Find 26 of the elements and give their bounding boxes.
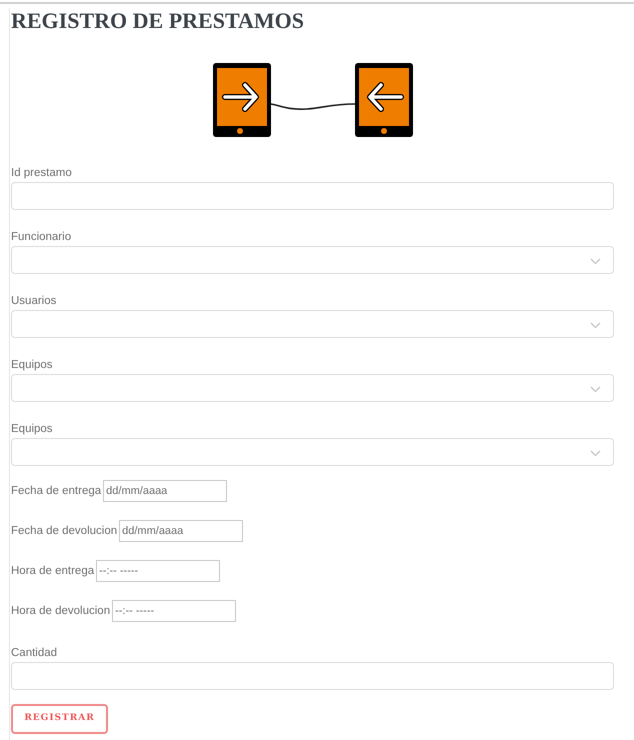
chevron-down-icon: [590, 450, 601, 457]
select-field[interactable]: [11, 246, 614, 274]
field-label: Usuarios: [11, 294, 56, 308]
select-field[interactable]: [11, 310, 614, 338]
field-label: Fecha de devolucion: [11, 524, 118, 538]
input-field[interactable]: dd/mm/aaaa: [103, 480, 228, 502]
input-field[interactable]: [11, 662, 614, 690]
input-field[interactable]: --:-- -----: [96, 560, 220, 582]
field-label: Cantidad: [11, 646, 58, 660]
field-label: Equipos: [11, 422, 53, 436]
chevron-down-icon: [590, 386, 601, 393]
field-label: Hora de entrega: [11, 564, 94, 578]
page-title: REGISTRO DE PRESTAMOS: [11, 8, 304, 34]
chevron-down-icon: [590, 258, 601, 265]
input-field[interactable]: --:-- -----: [112, 600, 236, 622]
field-label: Hora de devolucion: [11, 604, 110, 618]
select-field[interactable]: [11, 374, 614, 402]
register-button[interactable]: REGISTRAR: [11, 704, 108, 734]
chevron-down-icon: [590, 322, 601, 329]
field-label: Equipos: [11, 358, 53, 372]
field-label: Funcionario: [11, 230, 72, 244]
input-field[interactable]: [11, 182, 614, 210]
select-field[interactable]: [11, 438, 614, 466]
field-label: Fecha de entrega: [11, 484, 102, 498]
field-label: Id prestamo: [11, 166, 72, 180]
input-field[interactable]: dd/mm/aaaa: [119, 520, 244, 542]
